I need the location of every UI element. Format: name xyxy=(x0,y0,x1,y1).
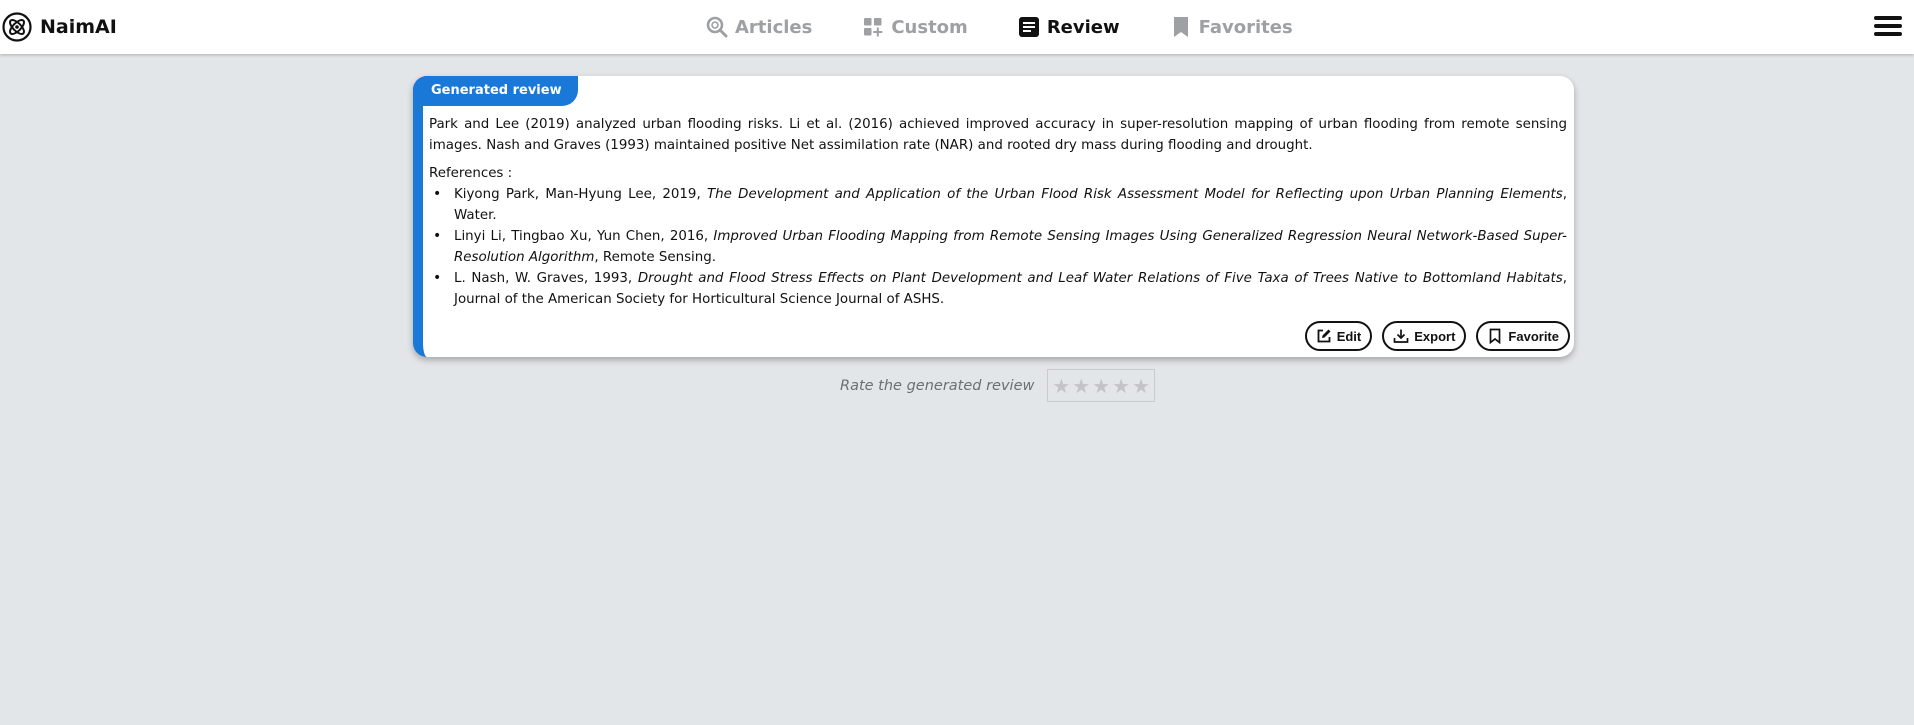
edit-button[interactable]: Edit xyxy=(1304,321,1373,351)
favorite-label: Favorite xyxy=(1508,328,1559,344)
reference-title: The Development and Application of the U… xyxy=(707,187,1563,202)
reference-authors: L. Nash, W. Graves, 1993, xyxy=(454,271,633,286)
grid-plus-icon xyxy=(862,16,884,38)
rating-label: Rate the generated review xyxy=(840,377,1035,394)
review-tag: Generated review xyxy=(413,76,578,106)
bookmark-icon xyxy=(1170,16,1192,38)
review-summary: Park and Lee (2019) analyzed urban flood… xyxy=(429,117,1567,153)
review-card: Generated review Park and Lee (2019) ana… xyxy=(413,76,1574,357)
star-3[interactable]: ★ xyxy=(1092,376,1110,396)
edit-icon xyxy=(1316,328,1332,344)
nav-label: Favorites xyxy=(1198,16,1293,38)
bookmark-outline-icon xyxy=(1487,328,1503,344)
reference-venue: , Remote Sensing. xyxy=(594,250,717,265)
nav-item-articles[interactable]: Articles xyxy=(706,16,812,38)
nav-label: Custom xyxy=(891,16,968,38)
nav-item-favorites[interactable]: Favorites xyxy=(1170,16,1293,38)
nav-label: Articles xyxy=(735,16,813,38)
reference-item: Linyi Li, Tingbao Xu, Yun Chen, 2016, Im… xyxy=(429,226,1567,268)
star-rating: ★ ★ ★ ★ ★ xyxy=(1047,369,1156,402)
references-list: Kiyong Park, Man-Hyung Lee, 2019, The De… xyxy=(429,184,1567,310)
review-body: Park and Lee (2019) analyzed urban flood… xyxy=(429,114,1567,310)
reference-authors: Linyi Li, Tingbao Xu, Yun Chen, 2016, xyxy=(454,229,709,244)
review-actions: Edit Export Favorite xyxy=(1304,321,1570,351)
star-2[interactable]: ★ xyxy=(1072,376,1090,396)
star-1[interactable]: ★ xyxy=(1052,376,1070,396)
main-nav: Articles Custom Review Favorites xyxy=(706,14,1293,40)
export-button[interactable]: Export xyxy=(1382,321,1467,351)
document-icon xyxy=(1018,16,1040,38)
search-articles-icon xyxy=(706,16,728,38)
export-label: Export xyxy=(1414,328,1456,344)
naimai-logo-icon xyxy=(2,12,32,42)
reference-item: L. Nash, W. Graves, 1993, Drought and Fl… xyxy=(429,268,1567,310)
references-title: References : xyxy=(429,166,513,181)
edit-label: Edit xyxy=(1336,328,1362,344)
rating-row: Rate the generated review ★ ★ ★ ★ ★ xyxy=(840,369,1156,402)
favorite-button[interactable]: Favorite xyxy=(1476,321,1570,351)
nav-item-review[interactable]: Review xyxy=(1018,16,1120,38)
hamburger-menu-icon[interactable] xyxy=(1874,14,1902,38)
reference-authors: Kiyong Park, Man-Hyung Lee, 2019, xyxy=(454,187,701,202)
nav-label: Review xyxy=(1046,16,1120,38)
nav-item-custom[interactable]: Custom xyxy=(862,16,968,38)
reference-title: Drought and Flood Stress Effects on Plan… xyxy=(637,271,1563,286)
brand-name: NaimAI xyxy=(40,16,117,38)
top-navbar: NaimAI Articles Custom Review Favorites xyxy=(0,0,1914,54)
download-icon xyxy=(1393,328,1409,344)
star-5[interactable]: ★ xyxy=(1132,376,1150,396)
brand[interactable]: NaimAI xyxy=(2,12,117,42)
reference-item: Kiyong Park, Man-Hyung Lee, 2019, The De… xyxy=(429,184,1567,226)
star-4[interactable]: ★ xyxy=(1112,376,1130,396)
